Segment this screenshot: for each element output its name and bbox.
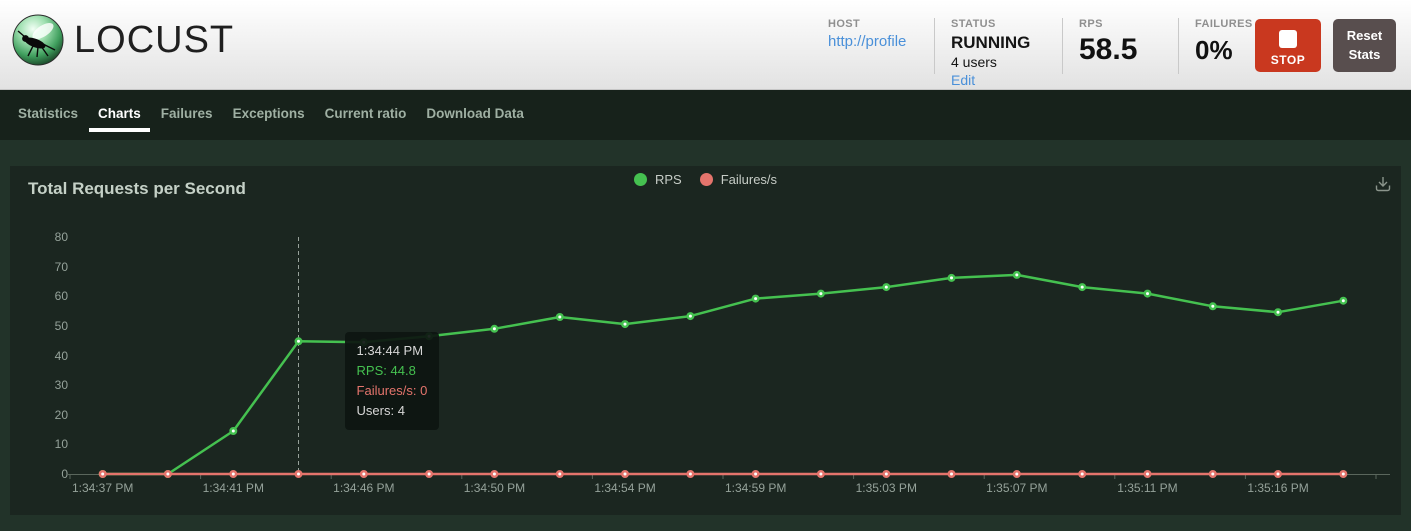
status-label: STATUS [951,18,1048,30]
legend-dot-icon [634,173,647,186]
app-title: LOCUST [74,19,234,62]
tab-download-data[interactable]: Download Data [416,90,534,137]
tab-statistics[interactable]: Statistics [8,90,88,137]
download-icon[interactable] [1373,174,1393,194]
chart-legend: RPS Failures/s [10,172,1401,187]
user-count: 4 users [951,54,1048,70]
stop-button[interactable]: STOP [1255,19,1321,72]
tab-charts[interactable]: Charts [88,90,151,137]
main-nav: StatisticsChartsFailuresExceptionsCurren… [0,90,1411,140]
locust-logo-icon [12,14,64,66]
status-block: STATUS RUNNING 4 users Edit [951,18,1048,90]
stop-square-icon [1279,30,1297,48]
tooltip-failures: Failures/s: 0 [357,381,428,401]
reset-stats-button[interactable]: Reset Stats [1333,19,1396,72]
tooltip-users: Users: 4 [357,401,428,421]
tab-exceptions[interactable]: Exceptions [223,90,315,137]
host-block: HOST http://profile [828,18,920,51]
status-value: RUNNING [951,33,1048,53]
tooltip-rps: RPS: 44.8 [357,361,428,381]
chart-panel: 01020304050607080 1:34:37 PM1:34:41 PM1:… [10,166,1401,515]
rps-block: RPS 58.5 [1079,18,1164,67]
host-link[interactable]: http://profile [828,33,906,50]
tooltip-time: 1:34:44 PM [357,341,428,361]
locust-app: LOCUST HOST http://profile STATUS RUNNIN… [0,0,1411,531]
legend-dot-icon [700,173,713,186]
stop-button-label: STOP [1271,53,1305,67]
chart-plot[interactable]: 01020304050607080 1:34:37 PM1:34:41 PM1:… [10,166,1401,515]
divider [934,18,935,74]
legend-label: RPS [655,172,682,187]
legend-item-failures-s[interactable]: Failures/s [700,172,777,187]
divider [1178,18,1179,74]
rps-value: 58.5 [1079,33,1164,67]
rps-chart [10,166,1401,515]
app-header: LOCUST HOST http://profile STATUS RUNNIN… [0,0,1411,90]
host-label: HOST [828,18,920,30]
edit-link[interactable]: Edit [951,72,975,88]
rps-label: RPS [1079,18,1164,30]
legend-label: Failures/s [721,172,777,187]
brand[interactable]: LOCUST [12,14,234,66]
legend-item-rps[interactable]: RPS [634,172,682,187]
chart-tooltip: 1:34:44 PM RPS: 44.8 Failures/s: 0 Users… [345,332,440,430]
tab-current-ratio[interactable]: Current ratio [315,90,417,137]
tab-failures[interactable]: Failures [151,90,223,137]
divider [1062,18,1063,74]
header-stats: HOST http://profile STATUS RUNNING 4 use… [828,18,1299,90]
